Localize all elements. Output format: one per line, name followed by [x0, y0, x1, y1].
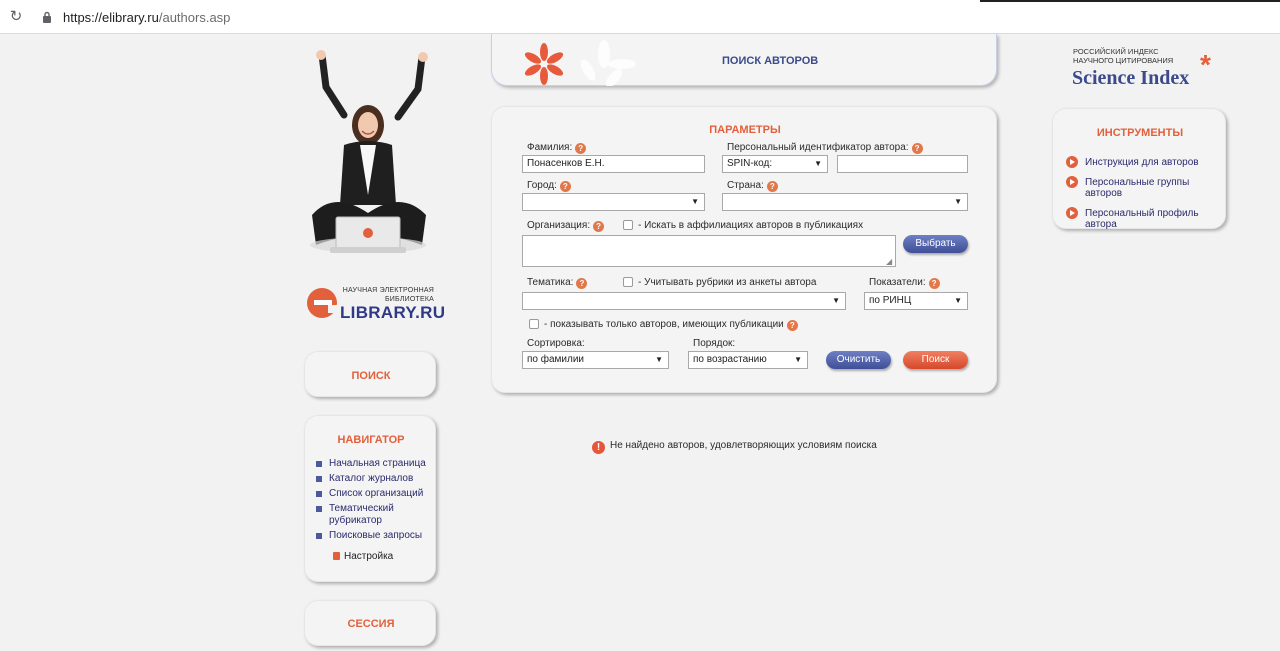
url-path: /authors.asp: [158, 10, 231, 25]
help-icon[interactable]: ?: [766, 181, 778, 192]
tool-author-instructions[interactable]: Инструкция для авторов: [1053, 156, 1227, 168]
nav-item-home[interactable]: Начальная страница: [305, 458, 437, 470]
page-header: ПОИСК АВТОРОВ: [491, 34, 997, 86]
rubric-checkbox[interactable]: [623, 277, 633, 287]
params-title: ПАРАМЕТРЫ: [709, 124, 781, 136]
tool-author-profile[interactable]: Персональный профиль автора: [1053, 207, 1227, 230]
help-icon[interactable]: ?: [575, 143, 587, 154]
params-panel: ПАРАМЕТРЫ Фамилия:? Понасенков Е.Н. Перс…: [491, 106, 997, 393]
search-panel[interactable]: ПОИСК: [304, 351, 436, 397]
choose-button[interactable]: Выбрать: [903, 235, 968, 253]
navigator-list: Начальная страница Каталог журналов Спис…: [305, 458, 437, 545]
browser-top-line: [980, 0, 1280, 2]
bullet-icon: [316, 506, 322, 512]
warning-icon: !: [592, 441, 605, 454]
help-icon[interactable]: ?: [559, 181, 571, 192]
session-panel[interactable]: СЕССИЯ: [304, 600, 436, 646]
bullet-icon: [316, 533, 322, 539]
hero-illustration: [310, 50, 428, 253]
logo-subtitle: НАУЧНАЯ ЭЛЕКТРОННАЯ БИБЛИОТЕКА: [342, 287, 434, 303]
bullet-icon: [316, 476, 322, 482]
science-index-brand: Science Index: [1072, 67, 1190, 89]
browser-address-bar: ↻ https://elibrary.ru/authors.asp: [0, 0, 1280, 34]
only-publications-label: - показывать только авторов, имеющих пуб…: [544, 319, 798, 331]
elibrary-logo[interactable]: НАУЧНАЯ ЭЛЕКТРОННАЯ БИБЛИОТЕКА LIBRARY.RU: [306, 284, 445, 324]
help-icon[interactable]: ?: [786, 320, 798, 331]
id-type-select[interactable]: SPIN-код:: [722, 155, 828, 173]
help-icon[interactable]: ?: [911, 143, 923, 154]
nav-item-queries[interactable]: Поисковые запросы: [305, 530, 437, 542]
help-icon[interactable]: ?: [593, 221, 605, 232]
arrow-right-icon: [1066, 176, 1078, 188]
affiliation-checkbox[interactable]: [623, 220, 633, 230]
help-icon[interactable]: ?: [576, 278, 588, 289]
city-select[interactable]: [522, 193, 705, 211]
navigator-title: НАВИГАТОР: [337, 434, 405, 446]
tools-title: ИНСТРУМЕНТЫ: [1096, 127, 1184, 139]
rubric-checkbox-label: - Учитывать рубрики из анкеты автора: [638, 277, 817, 288]
indicators-label: Показатели:?: [869, 277, 940, 289]
settings-link[interactable]: Настройка: [333, 551, 393, 562]
reload-icon[interactable]: ↻: [8, 9, 24, 25]
org-textarea[interactable]: [522, 235, 896, 267]
asterisk-decor-icon: [524, 40, 636, 86]
science-index-subtitle: РОССИЙСКИЙ ИНДЕКС НАУЧНОГО ЦИТИРОВАНИЯ: [1073, 47, 1174, 65]
logo-brand: LIBRARY.RU: [340, 303, 446, 322]
indicators-select[interactable]: по РИНЦ: [864, 292, 968, 310]
country-select[interactable]: [722, 193, 968, 211]
arrow-right-icon: [1066, 156, 1078, 168]
bullet-icon: [316, 491, 322, 497]
topic-select[interactable]: [522, 292, 846, 310]
order-select[interactable]: по возрастанию: [688, 351, 808, 369]
lock-icon: [43, 11, 51, 23]
bullet-icon: [316, 461, 322, 467]
no-results-notice: ! Не найдено авторов, удовлетворяющих усл…: [592, 440, 877, 454]
order-label: Порядок:: [693, 338, 736, 349]
url-field[interactable]: https://elibrary.ru/authors.asp: [63, 10, 230, 25]
topic-label: Тематика:?: [527, 277, 588, 289]
search-button[interactable]: Поиск: [903, 351, 968, 369]
nav-item-rubricator[interactable]: Тематический рубрикатор: [305, 503, 405, 527]
url-host: https://elibrary.ru: [63, 10, 159, 25]
author-id-input[interactable]: [837, 155, 968, 173]
nav-item-journals[interactable]: Каталог журналов: [305, 473, 437, 485]
settings-icon: [333, 552, 340, 560]
arrow-right-icon: [1066, 207, 1078, 219]
tools-panel: ИНСТРУМЕНТЫ Инструкция для авторов Персо…: [1052, 108, 1226, 230]
only-publications-checkbox[interactable]: [529, 319, 539, 329]
sort-select[interactable]: по фамилии: [522, 351, 669, 369]
surname-label: Фамилия:?: [527, 142, 587, 154]
author-id-label: Персональный идентификатор автора:?: [727, 142, 923, 154]
asterisk-icon: *: [1200, 49, 1211, 80]
country-label: Страна:?: [727, 180, 778, 192]
tool-author-groups[interactable]: Персональные группы авторов: [1053, 176, 1227, 199]
clear-button[interactable]: Очистить: [826, 351, 891, 369]
tools-list: Инструкция для авторов Персональные груп…: [1053, 156, 1227, 239]
sort-label: Сортировка:: [527, 338, 585, 349]
resize-handle-icon[interactable]: ◢: [886, 257, 892, 266]
affiliation-checkbox-label: - Искать в аффилиациях авторов в публика…: [638, 220, 864, 231]
session-panel-title: СЕССИЯ: [347, 618, 395, 630]
search-panel-title: ПОИСК: [351, 370, 391, 382]
navigator-panel: НАВИГАТОР Начальная страница Каталог жур…: [304, 415, 436, 582]
org-label: Организация:?: [527, 220, 605, 232]
nav-item-organizations[interactable]: Список организаций: [305, 488, 437, 500]
science-index-logo[interactable]: РОССИЙСКИЙ ИНДЕКС НАУЧНОГО ЦИТИРОВАНИЯ Sc…: [1072, 47, 1232, 91]
elibrary-e-icon: [307, 288, 340, 318]
help-icon[interactable]: ?: [928, 278, 940, 289]
city-label: Город:?: [527, 180, 571, 192]
surname-input[interactable]: Понасенков Е.Н.: [522, 155, 705, 173]
page-title: ПОИСК АВТОРОВ: [722, 55, 819, 67]
